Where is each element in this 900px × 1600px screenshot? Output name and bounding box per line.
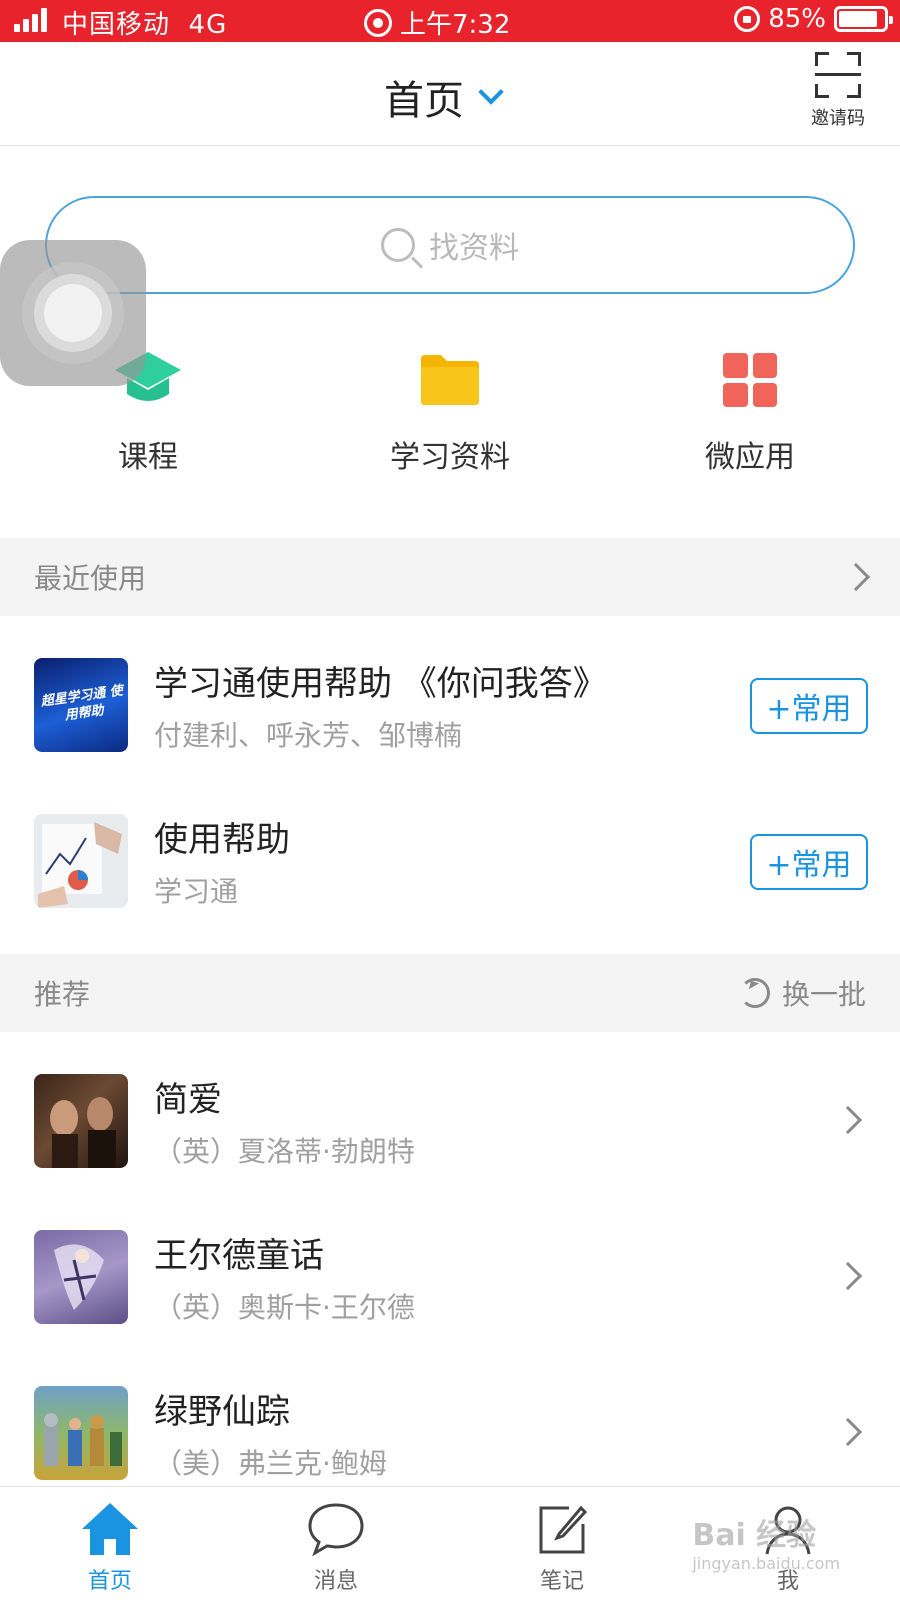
tab-notes[interactable]: 笔记	[502, 1497, 622, 1595]
battery-icon	[834, 6, 893, 32]
folder-icon	[350, 346, 550, 414]
chevron-down-icon	[478, 79, 504, 105]
recent-item-title: 使用帮助	[154, 820, 290, 860]
rotation-lock-icon	[734, 6, 761, 32]
recent-item-thumbnail	[34, 814, 128, 908]
quick-action-label: 课程	[118, 440, 178, 475]
quick-action-label: 微应用	[705, 440, 795, 475]
recommend-item[interactable]: 简爱 （英）夏洛蒂·勃朗特	[0, 1044, 900, 1200]
tab-home[interactable]: 首页	[50, 1497, 170, 1595]
chat-bubble-icon	[276, 1497, 396, 1561]
recommend-item-author: （英）奥斯卡·王尔德	[154, 1291, 415, 1324]
invite-code-label: 邀请码	[811, 108, 865, 129]
tab-label: 笔记	[539, 1569, 584, 1594]
chevron-right-icon	[833, 1261, 863, 1291]
quick-action-label: 学习资料	[390, 440, 510, 475]
quick-action-materials[interactable]: 学习资料	[350, 346, 550, 476]
home-title-dropdown[interactable]: 首页	[384, 68, 504, 126]
signal-icon	[14, 8, 47, 32]
page-title: 首页	[384, 78, 464, 124]
scan-icon	[815, 52, 861, 98]
nav-bar: 首页 邀请码	[0, 42, 900, 146]
recent-item-thumbnail: 超星学习通 使用帮助	[34, 658, 128, 752]
status-bar: 中国移动 4G 上午7:32 85%	[0, 0, 900, 42]
chevron-right-icon	[841, 562, 871, 592]
apps-grid-icon	[650, 346, 850, 414]
recent-item-subtitle: 学习通	[154, 875, 239, 908]
book-cover	[34, 1386, 128, 1480]
search-icon	[381, 228, 415, 262]
recommend-item-title: 简爱	[154, 1080, 222, 1120]
refresh-label: 换一批	[781, 978, 866, 1011]
network-type: 4G	[188, 10, 228, 40]
invite-code-button[interactable]: 邀请码	[806, 52, 870, 130]
section-title: 推荐	[34, 978, 91, 1011]
battery-percent: 85%	[768, 4, 826, 34]
recommend-item-title: 王尔德童话	[154, 1236, 324, 1276]
note-edit-icon	[502, 1497, 622, 1561]
refresh-button[interactable]: 换一批	[739, 973, 866, 1013]
thumbnail-caption: 超星学习通 使用帮助	[39, 683, 124, 724]
add-favorite-button[interactable]: +常用	[750, 678, 868, 734]
section-title: 最近使用	[34, 562, 147, 595]
chevron-right-icon	[833, 1105, 863, 1135]
recommend-item-author: （英）夏洛蒂·勃朗特	[154, 1135, 415, 1168]
watermark: Bai 经验 jingyan.baidu.com	[692, 1510, 840, 1573]
add-favorite-button[interactable]: +常用	[750, 834, 868, 890]
recent-section-header[interactable]: 最近使用	[0, 538, 900, 616]
quick-action-micro-apps[interactable]: 微应用	[650, 346, 850, 476]
watermark-brand: Bai 经验	[692, 1518, 817, 1553]
refresh-icon	[739, 978, 770, 1008]
search-input[interactable]: 找资料	[45, 196, 855, 294]
clock: 上午7:32	[400, 10, 511, 40]
recent-item-subtitle: 付建利、呼永芳、邹博楠	[154, 719, 463, 752]
book-cover	[34, 1230, 128, 1324]
book-cover	[34, 1074, 128, 1168]
home-icon	[50, 1497, 170, 1561]
recommend-section-header: 推荐 换一批	[0, 954, 900, 1032]
assistive-touch-button[interactable]	[0, 240, 146, 386]
recent-item[interactable]: 使用帮助 学习通 +常用	[0, 784, 900, 940]
tab-label: 消息	[313, 1569, 358, 1594]
search-placeholder: 找资料	[429, 231, 519, 266]
recent-item[interactable]: 超星学习通 使用帮助 学习通使用帮助 《你问我答》 付建利、呼永芳、邹博楠 +常…	[0, 628, 900, 784]
carrier-name: 中国移动	[62, 10, 171, 40]
recommend-item-title: 绿野仙踪	[154, 1392, 290, 1432]
tab-messages[interactable]: 消息	[276, 1497, 396, 1595]
screen-record-icon	[364, 8, 392, 37]
chevron-right-icon	[833, 1417, 863, 1447]
watermark-url: jingyan.baidu.com	[692, 1554, 840, 1573]
recommend-item[interactable]: 王尔德童话 （英）奥斯卡·王尔德	[0, 1200, 900, 1356]
tab-label: 首页	[87, 1569, 132, 1594]
recent-item-title: 学习通使用帮助 《你问我答》	[154, 664, 607, 704]
recommend-item-author: （美）弗兰克·鲍姆	[154, 1447, 387, 1480]
